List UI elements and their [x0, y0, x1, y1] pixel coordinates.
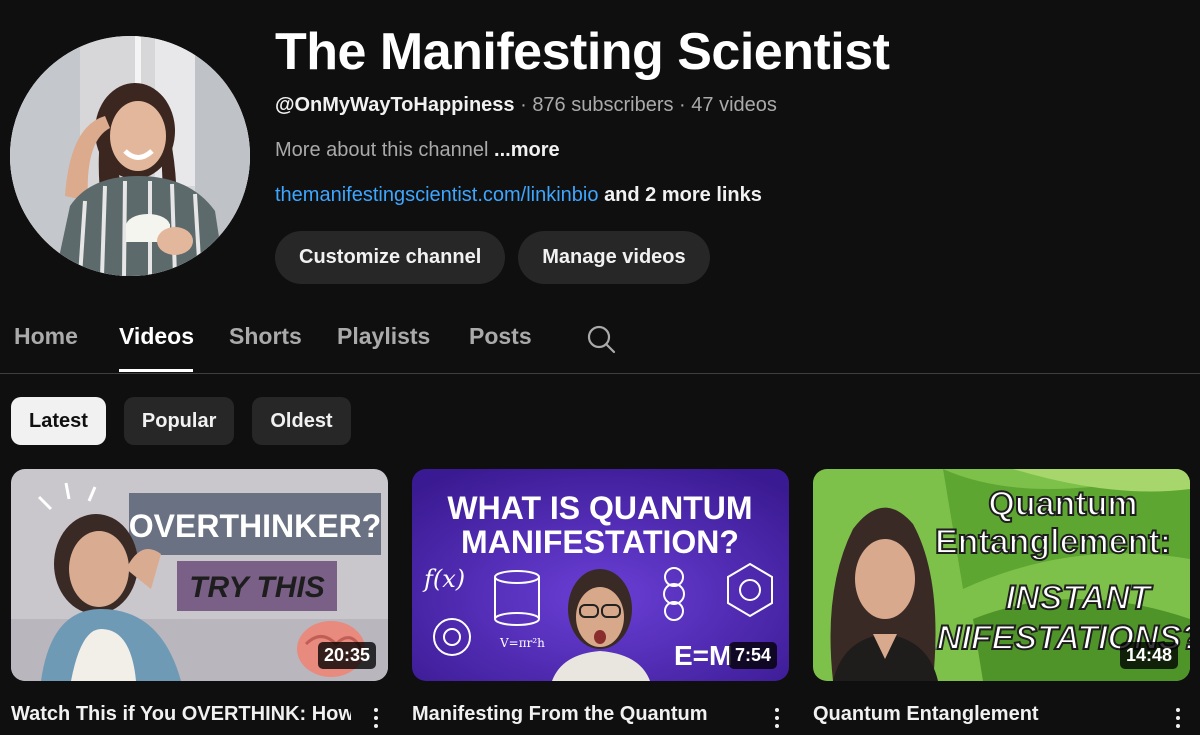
video-title[interactable]: Watch This if You OVERTHINK: How [11, 703, 351, 726]
more-vert-icon[interactable] [364, 705, 388, 733]
chip-popular[interactable]: Popular [123, 397, 235, 445]
video-card[interactable]: Quantum Entanglement: INSTANT MANIFESTAT… [813, 469, 1190, 735]
more-link[interactable]: ...more [494, 139, 560, 161]
subscriber-count: 876 subscribers [532, 94, 674, 116]
chip-oldest[interactable]: Oldest [252, 397, 351, 445]
meta-separator: · [514, 94, 533, 116]
video-thumbnail[interactable]: WHAT IS QUANTUM MANIFESTATION? f(x) V=πr… [412, 469, 789, 681]
thumb-text: E=M [674, 640, 732, 671]
thumb-text: Quantum [988, 485, 1137, 523]
active-tab-indicator [119, 369, 193, 372]
meta-separator: · [673, 94, 692, 116]
channel-title: The Manifesting Scientist [275, 23, 890, 81]
video-title[interactable]: Manifesting From the Quantum [412, 703, 752, 726]
more-links-button[interactable]: and 2 more links [604, 184, 762, 206]
video-thumbnail[interactable]: Quantum Entanglement: INSTANT MANIFESTAT… [813, 469, 1190, 681]
thumb-text: OVERTHINKER? [129, 508, 381, 544]
video-thumbnail[interactable]: OVERTHINKER? TRY THIS 20:35 [11, 469, 388, 681]
thumb-text: Entanglement: [935, 523, 1171, 561]
search-icon[interactable] [586, 324, 616, 354]
sort-chips: Latest Popular Oldest [11, 397, 351, 445]
chip-latest[interactable]: Latest [11, 397, 106, 445]
tab-videos[interactable]: Videos [119, 323, 194, 350]
tab-posts[interactable]: Posts [469, 323, 532, 350]
tab-playlists[interactable]: Playlists [337, 323, 430, 350]
channel-tabs: Home Videos Shorts Playlists Posts [0, 300, 1200, 374]
video-card[interactable]: WHAT IS QUANTUM MANIFESTATION? f(x) V=πr… [412, 469, 789, 735]
thumb-text: MANIFESTATION? [461, 524, 739, 560]
channel-meta: @OnMyWayToHappiness · 876 subscribers · … [275, 94, 1175, 117]
tab-shorts[interactable]: Shorts [229, 323, 302, 350]
about-text: More about this channel [275, 139, 489, 161]
thumb-text: f(x) [422, 565, 465, 593]
thumb-text: WHAT IS QUANTUM [447, 490, 752, 526]
channel-info: The Manifesting Scientist @OnMyWayToHapp… [275, 22, 1175, 207]
video-title[interactable]: Quantum Entanglement [813, 703, 1153, 726]
manage-videos-button[interactable]: Manage videos [518, 231, 710, 284]
customize-channel-button[interactable]: Customize channel [275, 231, 506, 284]
avatar-photo [10, 36, 250, 276]
more-vert-icon[interactable] [1166, 705, 1190, 733]
video-duration: 14:48 [1119, 642, 1178, 669]
thumb-text: INSTANT [1006, 579, 1154, 617]
tab-home[interactable]: Home [14, 323, 78, 350]
channel-handle: @OnMyWayToHappiness [275, 94, 515, 116]
channel-links: themanifestingscientist.com/linkinbio an… [275, 184, 1175, 207]
video-card[interactable]: OVERTHINKER? TRY THIS 20:35 Watch This i… [11, 469, 388, 735]
channel-actions: Customize channel Manage videos [275, 231, 710, 284]
more-vert-icon[interactable] [765, 705, 789, 733]
thumb-text: TRY THIS [189, 571, 325, 604]
thumb-text: V=πr²h [499, 636, 545, 650]
channel-website-link[interactable]: themanifestingscientist.com/linkinbio [275, 184, 599, 206]
channel-about[interactable]: More about this channel ...more [275, 139, 1175, 162]
video-duration: 7:54 [728, 642, 777, 669]
video-count: 47 videos [691, 94, 777, 116]
channel-page: The Manifesting Scientist @OnMyWayToHapp… [0, 0, 1200, 735]
channel-avatar[interactable] [10, 36, 250, 276]
video-duration: 20:35 [317, 642, 376, 669]
